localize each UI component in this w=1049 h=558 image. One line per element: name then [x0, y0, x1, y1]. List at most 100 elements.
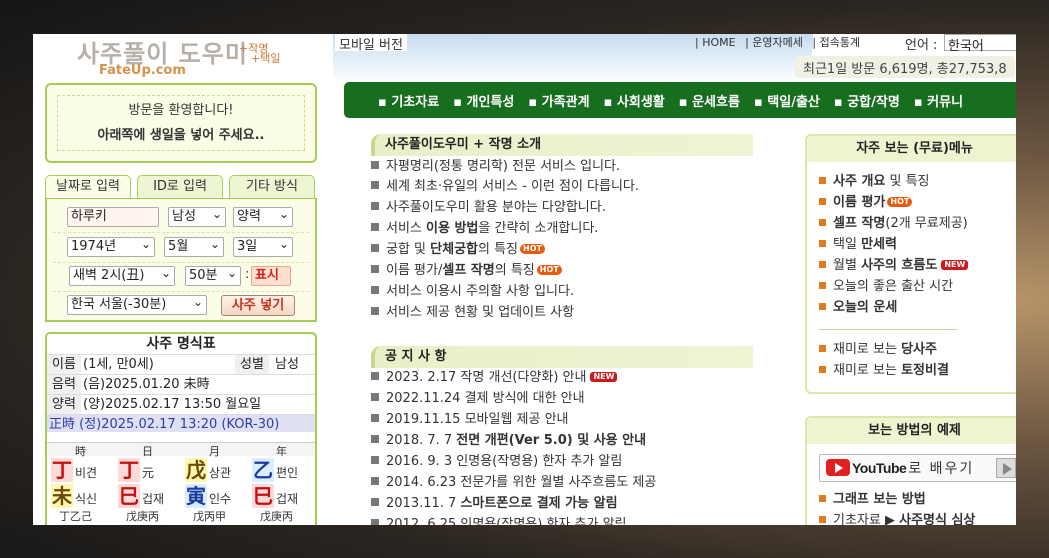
stem-hour-label: 비견	[75, 466, 98, 480]
new-badge: NEW	[941, 260, 969, 270]
pillar-head-hour: 時	[47, 442, 114, 458]
free-menu-item[interactable]: 셀프 작명(2개 무료제공)	[819, 214, 968, 234]
branch-hour-label: 식신	[75, 492, 98, 506]
nav-personal-traits[interactable]: 개인특성	[453, 91, 515, 110]
bullet-square-icon	[371, 181, 379, 189]
nav-compat-naming[interactable]: 궁합/작명	[834, 91, 900, 110]
language-label: 언어 :	[905, 38, 938, 53]
fun-menu-item[interactable]: 재미로 보는 당사주	[819, 340, 937, 360]
bullet-square-icon	[819, 345, 826, 352]
input-method-tabs: 날짜로 입력 ID로 입력 기타 방식	[45, 175, 317, 199]
youtube-play-icon	[826, 459, 850, 476]
stem-day-char: 丁	[118, 458, 140, 482]
notice-item[interactable]: 2012. 6.25 인명용(작명용) 한자 추가 알림	[371, 515, 627, 525]
bullet-square-icon	[371, 456, 379, 464]
bullet-square-icon	[371, 477, 379, 485]
new-badge: NEW	[590, 372, 618, 382]
day-select[interactable]: 3일	[233, 235, 293, 257]
hot-badge: HOT	[536, 265, 562, 275]
hidden-stems-year: 戊庚丙	[260, 510, 293, 523]
notice-item[interactable]: 2014. 6.23 전문가를 위한 월별 사주흐름도 제공	[371, 473, 656, 493]
free-menu-item[interactable]: 오늘의 운세	[819, 298, 897, 318]
show-time-toggle[interactable]: 표시	[251, 266, 291, 286]
minute-select[interactable]: 50분	[185, 264, 241, 286]
nav-date-birth[interactable]: 택일/출산	[754, 91, 820, 110]
saju-row-name: 이름 (1세, 만0세) 성별 남성	[47, 354, 315, 374]
free-menu-item[interactable]: 이름 평가 HOT	[819, 193, 913, 213]
welcome-line-2: 아래쪽에 생일을 넣어 주세요..	[97, 128, 265, 143]
notice-item[interactable]: 2019.11.15 모바일웹 제공 안내	[371, 410, 569, 430]
free-menu-divider	[819, 329, 957, 330]
fun-menu-item[interactable]: 재미로 보는 토정비결	[819, 361, 949, 381]
intro-item[interactable]: 이름 평가/셀프 작명의 특징 HOT	[371, 261, 562, 281]
year-select[interactable]: 1974년	[67, 235, 155, 257]
saju-name-label: 이름	[47, 355, 81, 374]
calendar-select[interactable]: 양력	[233, 205, 293, 227]
tab-id-input[interactable]: ID로 입력	[137, 175, 223, 199]
top-nav-stats[interactable]: | 접속통계	[812, 36, 860, 49]
intro-item[interactable]: 세계 최초·유일의 서비스 - 이런 점이 다릅니다.	[371, 177, 639, 197]
intro-item[interactable]: 자평명리(정통 명리학) 전문 서비스 입니다.	[371, 157, 620, 177]
name-input[interactable]: 하루키	[67, 207, 159, 227]
howto-box: 보는 방법의 예제 YouTube 로 배우기 그래프 보는 방법 기초자료 ▶ …	[805, 416, 1016, 525]
howto-item[interactable]: 기초자료 ▶ 사주명식 심상	[819, 511, 975, 525]
form-separator	[53, 262, 309, 263]
stem-month-label: 상관	[209, 466, 232, 480]
stem-hour-char: 丁	[51, 458, 73, 482]
notice-item[interactable]: 2018. 7. 7 전면 개편(Ver 5.0) 및 사용 안내	[371, 431, 646, 451]
intro-item[interactable]: 사주풀이도우미 활용 분야는 다양합니다.	[371, 198, 606, 218]
youtube-learn-button[interactable]: YouTube 로 배우기	[819, 454, 1016, 482]
youtube-wordmark: YouTube	[852, 460, 907, 476]
month-select[interactable]: 5월	[164, 235, 224, 257]
intro-item[interactable]: 서비스 이용시 주의할 사항 입니다.	[371, 282, 574, 302]
location-select[interactable]: 한국 서울(-30분)	[67, 293, 207, 315]
nav-family[interactable]: 가족관계	[528, 91, 590, 110]
saju-chart-table: 사주 명식표 이름 (1세, 만0세) 성별 남성 음력 (음)2025.01.…	[45, 332, 317, 525]
stem-day: 丁元	[118, 458, 154, 482]
free-menu-item[interactable]: 택일 만세력	[819, 235, 897, 255]
nav-community[interactable]: 커뮤니	[914, 91, 963, 110]
intro-item[interactable]: 궁합 및 단체궁합의 특징 HOT	[371, 240, 545, 260]
browser-viewport: 사주풀이 도우미 +작명 +택일 FateUp.com 모바일 버전 | HOM…	[33, 34, 1016, 525]
notice-item[interactable]: 2016. 9. 3 인명용(작명용) 한자 추가 알림	[371, 452, 622, 472]
bullet-square-icon	[371, 372, 379, 380]
howto-item[interactable]: 그래프 보는 방법	[819, 490, 926, 510]
bullet-square-icon	[371, 498, 379, 506]
top-nav-home[interactable]: | HOME	[695, 36, 736, 49]
branch-month: 寅 인수	[185, 484, 231, 508]
bullet-square-icon	[819, 282, 826, 289]
free-menu-item[interactable]: 월별 사주의 흐름도 NEW	[819, 256, 969, 276]
gender-select[interactable]: 남성	[168, 205, 226, 227]
hidden-stems-day: 戊庚丙	[126, 510, 159, 523]
mobile-version-link[interactable]: 모바일 버전	[335, 34, 407, 53]
bullet-square-icon	[819, 198, 826, 205]
tab-other-method[interactable]: 기타 방식	[229, 175, 315, 199]
nav-fortune-flow[interactable]: 운세흐름	[679, 91, 740, 110]
stem-hour: 丁 비견	[51, 458, 97, 482]
site-logo[interactable]: 사주풀이 도우미 +작명 +택일 FateUp.com	[43, 34, 283, 80]
notice-item[interactable]: 2022.11.24 결제 방식에 대한 안내	[371, 389, 585, 409]
intro-item[interactable]: 서비스 제공 현황 및 업데이트 사항	[371, 303, 574, 323]
pillar-head-year: 年	[248, 442, 315, 458]
intro-item[interactable]: 서비스 이용 방법을 간략히 소개합니다.	[371, 219, 598, 239]
hour-select[interactable]: 새벽 2시(丑)	[69, 264, 175, 286]
nav-social-life[interactable]: 사회생활	[604, 91, 665, 110]
bullet-square-icon	[819, 366, 826, 373]
welcome-line-1: 방문을 환영합니다!	[128, 103, 234, 118]
saju-solar-label: 양력	[47, 395, 81, 414]
branch-day: 巳 겁재	[118, 484, 164, 508]
submit-saju-button[interactable]: 사주 넣기	[221, 295, 295, 316]
branch-month-label: 인수	[209, 492, 232, 506]
tab-date-input[interactable]: 날짜로 입력	[45, 175, 131, 199]
bullet-square-icon	[371, 414, 379, 422]
notice-item[interactable]: 2023. 2.17 작명 개선(다양화) 안내 NEW	[371, 368, 618, 388]
bullet-square-icon	[371, 202, 379, 210]
bullet-square-icon	[819, 516, 826, 523]
notice-item[interactable]: 2013.11. 7 스마트폰으로 결제 가능 알림	[371, 494, 618, 514]
nav-basic-data[interactable]: 기초자료	[378, 91, 439, 110]
language-select[interactable]: 한국어	[944, 34, 1016, 54]
free-menu-item[interactable]: 오늘의 좋은 출산 시간	[819, 277, 953, 297]
intro-section-title: 사주풀이도우미 + 작명 소개	[371, 134, 753, 156]
free-menu-item[interactable]: 사주 개요 및 특징	[819, 172, 930, 192]
top-nav-operator[interactable]: | 운영자메세	[745, 36, 803, 49]
